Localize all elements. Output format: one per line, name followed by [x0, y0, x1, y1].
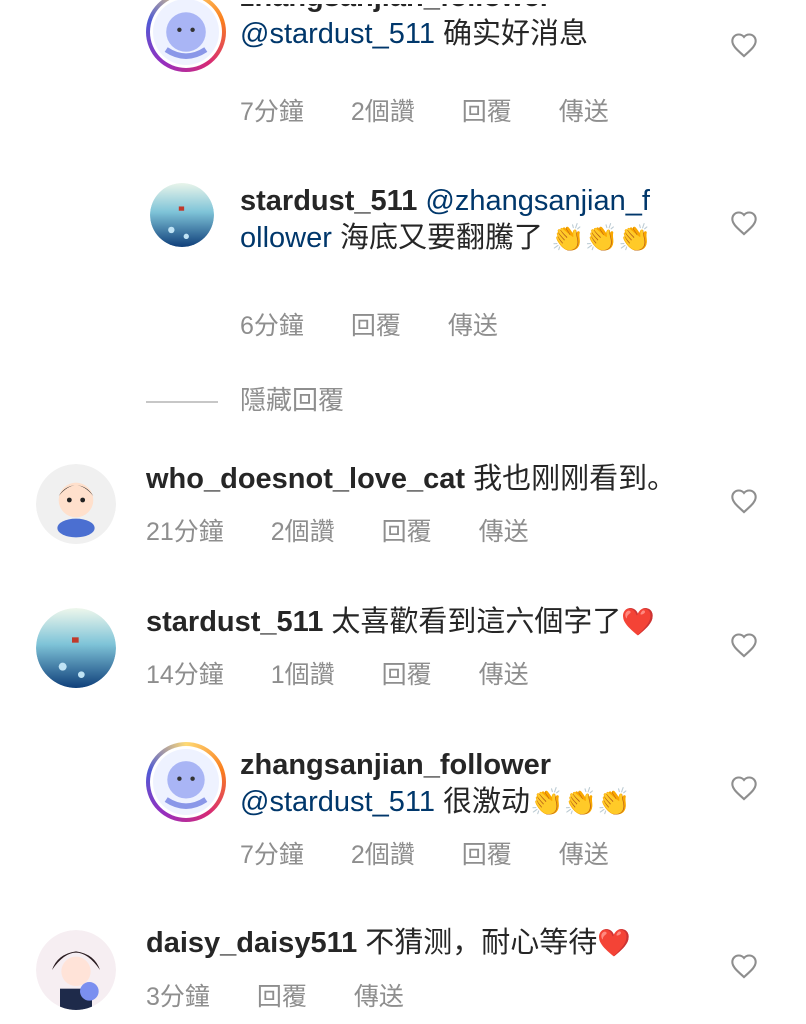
mention-link[interactable]: @stardust_511 — [240, 786, 435, 818]
anime-character-avatar-image — [36, 930, 116, 1010]
divider-line — [146, 401, 218, 404]
avatar[interactable] — [146, 742, 226, 822]
send-button[interactable]: 傳送 — [479, 661, 529, 689]
comment-time: 3分鐘 — [146, 983, 210, 1011]
reply-button[interactable]: 回覆 — [382, 661, 432, 689]
likes-count-button[interactable]: 2個讚 — [351, 841, 415, 869]
comment-text: 不猜测，耐心等待 — [365, 927, 598, 959]
comment-text: 太喜歡看到這六個字了 — [331, 606, 622, 638]
send-button[interactable]: 傳送 — [354, 983, 404, 1011]
comment-time: 6分鐘 — [240, 312, 304, 340]
comment-username[interactable]: zhangsanjian_follower — [240, 749, 551, 781]
likes-count-button[interactable]: 2個讚 — [351, 98, 415, 126]
reply-button[interactable]: 回覆 — [462, 98, 512, 126]
jellyfish-avatar-image — [153, 749, 219, 815]
heart-outline-icon[interactable] — [730, 32, 758, 58]
avatar[interactable] — [36, 464, 116, 544]
hide-replies-label: 隱藏回覆 — [240, 385, 345, 415]
reply-button[interactable]: 回覆 — [351, 312, 401, 340]
heart-outline-icon[interactable] — [730, 210, 758, 236]
ocean-avatar-image — [150, 183, 214, 247]
comment-username[interactable]: zhangsanjian_follower — [240, 4, 551, 16]
reply-button[interactable]: 回覆 — [257, 983, 307, 1011]
ocean-avatar-image — [36, 608, 116, 688]
reply-button[interactable]: 回覆 — [462, 841, 512, 869]
comment-time: 21分鐘 — [146, 518, 224, 546]
comment-time: 14分鐘 — [146, 661, 224, 689]
red-heart-emoji: ❤️ — [621, 607, 656, 637]
mention-link[interactable]: @stardust_511 — [240, 18, 435, 50]
comment-username[interactable]: stardust_511 — [240, 185, 417, 217]
heart-outline-icon[interactable] — [730, 953, 758, 979]
comment-time: 7分鐘 — [240, 98, 304, 126]
comment-text: 我也刚刚看到。 — [473, 463, 677, 495]
jellyfish-avatar-image — [153, 0, 219, 65]
send-button[interactable]: 傳送 — [559, 98, 609, 126]
comment-text: 海底又要翻騰了 — [339, 222, 543, 254]
comment-time: 7分鐘 — [240, 841, 304, 869]
send-button[interactable]: 傳送 — [559, 841, 609, 869]
comment-username[interactable]: who_doesnot_love_cat — [146, 463, 465, 495]
likes-count-button[interactable]: 2個讚 — [271, 518, 335, 546]
avatar[interactable] — [36, 608, 116, 688]
send-button[interactable]: 傳送 — [448, 312, 498, 340]
reply-button[interactable]: 回覆 — [382, 518, 432, 546]
clapping-hands-emoji: 👏👏👏 — [551, 223, 652, 253]
comment-text: 很激动 — [443, 786, 531, 818]
send-button[interactable]: 傳送 — [479, 518, 529, 546]
comment-username[interactable]: daisy_daisy511 — [146, 927, 357, 959]
heart-outline-icon[interactable] — [730, 632, 758, 658]
heart-outline-icon[interactable] — [730, 775, 758, 801]
heart-outline-icon[interactable] — [730, 488, 758, 514]
likes-count-button[interactable]: 1個讚 — [271, 661, 335, 689]
clapping-hands-emoji: 👏👏👏 — [530, 787, 631, 817]
cartoon-boy-avatar-image — [36, 464, 116, 544]
red-heart-emoji: ❤️ — [597, 928, 631, 958]
comment-username[interactable]: stardust_511 — [146, 606, 323, 638]
hide-replies-button[interactable]: 隱藏回覆 — [146, 380, 344, 417]
avatar[interactable] — [146, 0, 226, 72]
avatar[interactable] — [36, 930, 116, 1010]
avatar[interactable] — [150, 183, 214, 247]
comment-text: 确实好消息 — [443, 18, 589, 50]
